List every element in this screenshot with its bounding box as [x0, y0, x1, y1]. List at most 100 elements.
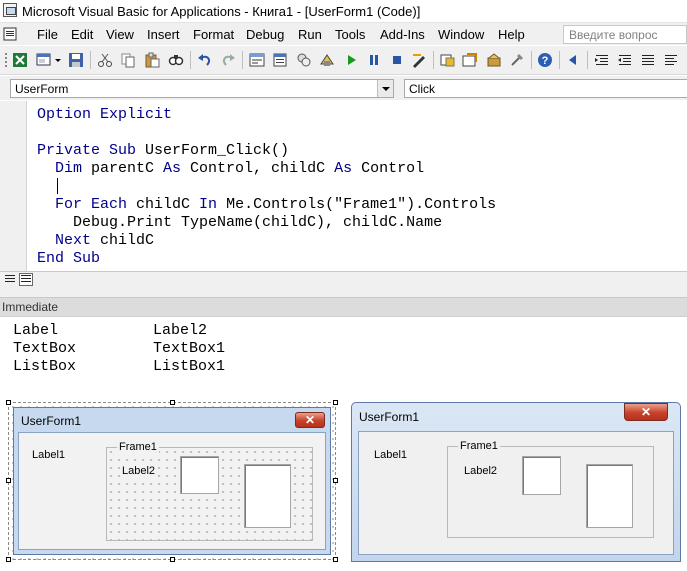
vba-app-icon[interactable]	[3, 3, 17, 17]
runtime-textbox1[interactable]	[522, 456, 561, 495]
design-label1[interactable]: Label1	[32, 449, 66, 461]
design-label2[interactable]: Label2	[122, 465, 156, 477]
close-icon: ✕	[640, 405, 652, 419]
resize-handle[interactable]	[6, 478, 11, 483]
menu-view[interactable]: View	[106, 27, 134, 42]
run-sub-icon[interactable]	[343, 52, 359, 68]
resize-handle[interactable]	[6, 557, 11, 562]
project-explorer-icon[interactable]	[440, 52, 456, 68]
runtime-label2: Label2	[464, 465, 498, 477]
menu-insert[interactable]: Insert	[147, 27, 180, 42]
code-keyword: End Sub	[37, 250, 101, 267]
cut-icon[interactable]	[97, 52, 113, 68]
resize-handle[interactable]	[333, 557, 338, 562]
menu-window[interactable]: Window	[438, 27, 484, 42]
list-properties-icon[interactable]	[640, 52, 656, 68]
copy-icon[interactable]	[120, 52, 136, 68]
code-line[interactable]: Dim parentC As Control, childC As Contro…	[37, 160, 424, 178]
reset-icon[interactable]	[389, 52, 405, 68]
back-icon[interactable]	[566, 52, 582, 68]
toolbar-grip-icon[interactable]	[4, 52, 10, 68]
redo-icon[interactable]	[220, 52, 236, 68]
object-combo[interactable]: UserForm	[10, 79, 394, 98]
module-icon[interactable]	[272, 52, 288, 68]
code-text: Debug.Print	[37, 214, 182, 231]
output-type-2: TextBox	[13, 340, 77, 357]
immediate-window-title: Immediate	[0, 298, 687, 316]
form-icon[interactable]	[249, 52, 265, 68]
runtime-close-button[interactable]: ✕	[624, 403, 668, 421]
procedure-combo-value: Click	[409, 82, 435, 96]
break-icon[interactable]	[366, 52, 382, 68]
menu-run[interactable]: Run	[298, 27, 322, 42]
procedure-view-icon[interactable]	[3, 273, 17, 286]
indent-icon[interactable]	[594, 52, 610, 68]
code-line[interactable]: Option Explicit	[37, 106, 172, 124]
object-combo-dropdown-icon[interactable]	[377, 80, 393, 97]
menu-edit[interactable]: Edit	[71, 27, 93, 42]
full-module-view-icon[interactable]	[19, 273, 33, 286]
code-text: childC	[136, 196, 200, 213]
chevron-down-icon[interactable]	[54, 52, 62, 68]
resize-handle[interactable]	[333, 400, 338, 405]
toolbox-icon[interactable]	[509, 52, 525, 68]
window-title: Microsoft Visual Basic for Applications …	[22, 4, 421, 19]
output-type-3: ListBox	[13, 358, 77, 375]
title-bar: Microsoft Visual Basic for Applications …	[0, 0, 687, 23]
code-text: Me.Controls("Frame1").Controls	[226, 196, 497, 213]
outdent-icon[interactable]	[617, 52, 633, 68]
procedure-icon[interactable]	[296, 52, 312, 68]
margin-indicator-bar[interactable]	[0, 101, 27, 271]
resize-handle[interactable]	[170, 400, 175, 405]
code-combos-bar: UserForm Click	[0, 76, 687, 100]
code-keyword: Dim	[37, 160, 92, 177]
comment-block-icon[interactable]	[663, 52, 679, 68]
design-close-button[interactable]: ✕	[295, 412, 325, 428]
output-name-1: Label2	[153, 322, 208, 339]
undo-icon[interactable]	[197, 52, 213, 68]
help-question-input[interactable]: Введите вопрос	[563, 25, 687, 44]
code-keyword: For Each	[37, 196, 137, 213]
object-combo-value: UserForm	[15, 82, 69, 96]
close-icon: ✕	[304, 413, 316, 427]
code-text: TypeName(childC), childC.Name	[181, 214, 443, 231]
object-icon[interactable]	[319, 52, 335, 68]
resize-handle[interactable]	[333, 478, 338, 483]
code-line[interactable]: For Each childC In Me.Controls("Frame1")…	[37, 196, 496, 214]
paste-icon[interactable]	[144, 52, 160, 68]
code-text: Control, childC	[190, 160, 335, 177]
help-icon[interactable]: ?	[537, 52, 553, 68]
menu-addins[interactable]: Add-Ins	[380, 27, 425, 42]
design-listbox1[interactable]	[244, 464, 291, 528]
view-excel-icon[interactable]	[12, 52, 28, 68]
code-window-menu-icon[interactable]	[3, 27, 17, 41]
resize-handle[interactable]	[170, 557, 175, 562]
runtime-frame1-caption: Frame1	[458, 440, 500, 452]
resize-handle[interactable]	[6, 400, 11, 405]
insert-userform-icon[interactable]	[36, 52, 52, 68]
design-frame1-caption: Frame1	[117, 441, 159, 453]
code-line[interactable]: End Sub	[37, 250, 100, 268]
menu-format[interactable]: Format	[193, 27, 234, 42]
design-mode-icon[interactable]	[411, 52, 427, 68]
menu-debug[interactable]: Debug	[246, 27, 284, 42]
code-keyword: Next	[37, 232, 101, 249]
runtime-userform-title: UserForm1	[359, 410, 420, 424]
menu-file[interactable]: File	[37, 27, 58, 42]
find-icon[interactable]	[168, 52, 184, 68]
procedure-combo[interactable]: Click	[404, 79, 687, 98]
object-browser-icon[interactable]	[486, 52, 502, 68]
svg-text:?: ?	[542, 55, 549, 67]
properties-icon[interactable]	[462, 52, 478, 68]
design-textbox1[interactable]	[180, 456, 219, 494]
window-splitter[interactable]	[0, 288, 687, 298]
menu-help[interactable]: Help	[498, 27, 525, 42]
code-line[interactable]: Private Sub UserForm_Click()	[37, 142, 289, 160]
code-line[interactable]: Next childC	[37, 232, 154, 250]
save-icon[interactable]	[68, 52, 84, 68]
menu-tools[interactable]: Tools	[335, 27, 365, 42]
code-line[interactable]: Debug.Print TypeName(childC), childC.Nam…	[37, 214, 442, 232]
runtime-listbox1[interactable]	[586, 464, 633, 528]
output-name-2: TextBox1	[153, 340, 226, 357]
menu-bar: File Edit View Insert Format Debug Run T…	[0, 23, 687, 45]
